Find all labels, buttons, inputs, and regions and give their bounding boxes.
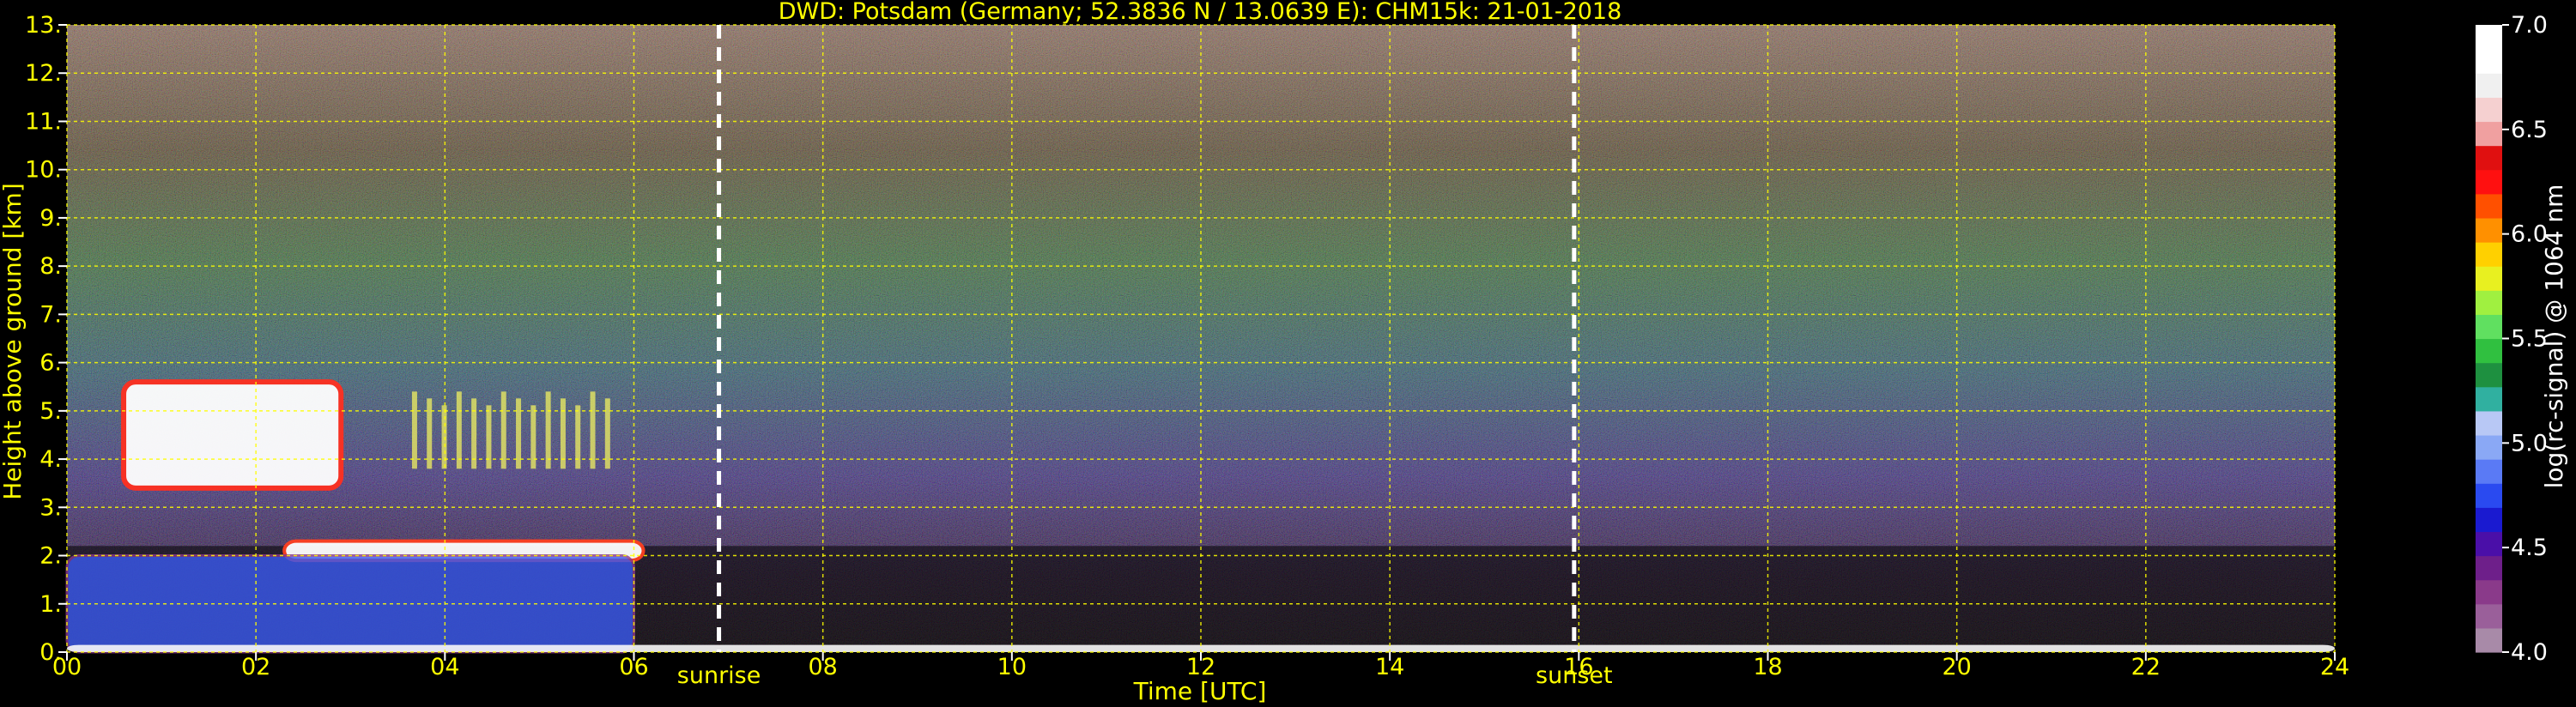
virga-streak: [545, 391, 551, 469]
sunrise-label: sunrise: [677, 662, 761, 689]
x-tick-label: 22: [2131, 654, 2161, 680]
cirrus-region: [121, 379, 344, 491]
colorbar-segment: [2476, 434, 2502, 460]
colorbar-segment: [2476, 242, 2502, 267]
x-axis-label: Time [UTC]: [1133, 677, 1267, 705]
colorbar-segment: [2476, 531, 2502, 557]
y-tick-label: 11.: [25, 108, 62, 135]
chart-title: DWD: Potsdam (Germany; 52.3836 N / 13.06…: [779, 0, 1622, 25]
x-tick-label: 18: [1753, 654, 1782, 680]
colorbar-segment: [2476, 121, 2502, 147]
colorbar-segment: [2476, 314, 2502, 340]
colorbar-segment: [2476, 483, 2502, 508]
x-tick-label: 10: [997, 654, 1027, 680]
colorbar-segment: [2476, 97, 2502, 123]
colorbar-segment: [2476, 603, 2502, 629]
colorbar: 4.04.55.05.56.06.57.0: [2476, 12, 2548, 666]
y-tick-label: 7.: [39, 301, 62, 328]
colorbar-tick-label: 7.0: [2511, 12, 2548, 39]
y-tick-label: 1.: [39, 591, 62, 618]
x-tick-label: 04: [430, 654, 459, 680]
virga-streak: [500, 391, 506, 469]
colorbar-segment: [2476, 410, 2502, 436]
virga-streak: [456, 391, 462, 469]
colorbar-segment: [2476, 193, 2502, 219]
colorbar-segment: [2476, 507, 2502, 533]
colorbar-segment: [2476, 25, 2502, 50]
y-tick-label: 12.: [25, 60, 62, 87]
colorbar-label: log(rc-signal) @ 1064 nm: [2540, 184, 2568, 489]
x-tick-label: 08: [808, 654, 837, 680]
virga-streak: [516, 398, 522, 469]
colorbar-segment: [2476, 290, 2502, 315]
y-tick-label: 0.: [39, 639, 62, 666]
y-tick-label: 2.: [39, 543, 62, 570]
colorbar-segment: [2476, 217, 2502, 243]
colorbar-segment: [2476, 555, 2502, 581]
y-tick-label: 13.: [25, 12, 62, 39]
x-tick-label: 06: [619, 654, 648, 680]
virga-streak: [427, 398, 433, 469]
colorbar-segment: [2476, 266, 2502, 291]
y-tick-label: 9.: [39, 205, 62, 232]
y-tick-label: 10.: [25, 157, 62, 184]
y-tick-label: 6.: [39, 350, 62, 377]
y-tick-label: 3.: [39, 494, 62, 521]
colorbar-segment: [2476, 73, 2502, 98]
colorbar-segment: [2476, 627, 2502, 653]
colorbar-segment: [2476, 338, 2502, 364]
colorbar-tick-label: 6.5: [2511, 117, 2548, 143]
colorbar-segment: [2476, 49, 2502, 74]
colorbar-segment: [2476, 386, 2502, 412]
x-tick-label: 02: [241, 654, 270, 680]
y-tick-label: 5.: [39, 398, 62, 425]
x-tick-label: 16: [1564, 654, 1593, 680]
colorbar-tick-label: 4.0: [2511, 639, 2548, 666]
colorbar-tick-label: 4.5: [2511, 535, 2548, 561]
y-tick-label: 8.: [39, 253, 62, 280]
x-tick-label: 24: [2320, 654, 2349, 680]
virga-streak: [560, 398, 566, 469]
colorbar-segment: [2476, 362, 2502, 388]
ceilometer-chart: sunrise sunset 00 02 04 06 08 10 12 14 16 18 20 22 24…: [0, 0, 2568, 705]
colorbar-segment: [2476, 579, 2502, 605]
colorbar-segment: [2476, 145, 2502, 171]
colorbar-segment: [2476, 459, 2502, 484]
y-axis-label: Height above ground [km]: [0, 183, 27, 500]
colorbar-segment: [2476, 169, 2502, 195]
y-tick-label: 4.: [39, 446, 62, 473]
x-tick-label: 14: [1375, 654, 1404, 680]
plot-area: sunrise sunset: [65, 24, 2336, 689]
virga-streak: [411, 391, 417, 469]
virga-streak: [590, 391, 596, 469]
virga-streak: [471, 398, 477, 469]
virga-streak: [604, 398, 610, 469]
x-tick-label: 20: [1942, 654, 1971, 680]
